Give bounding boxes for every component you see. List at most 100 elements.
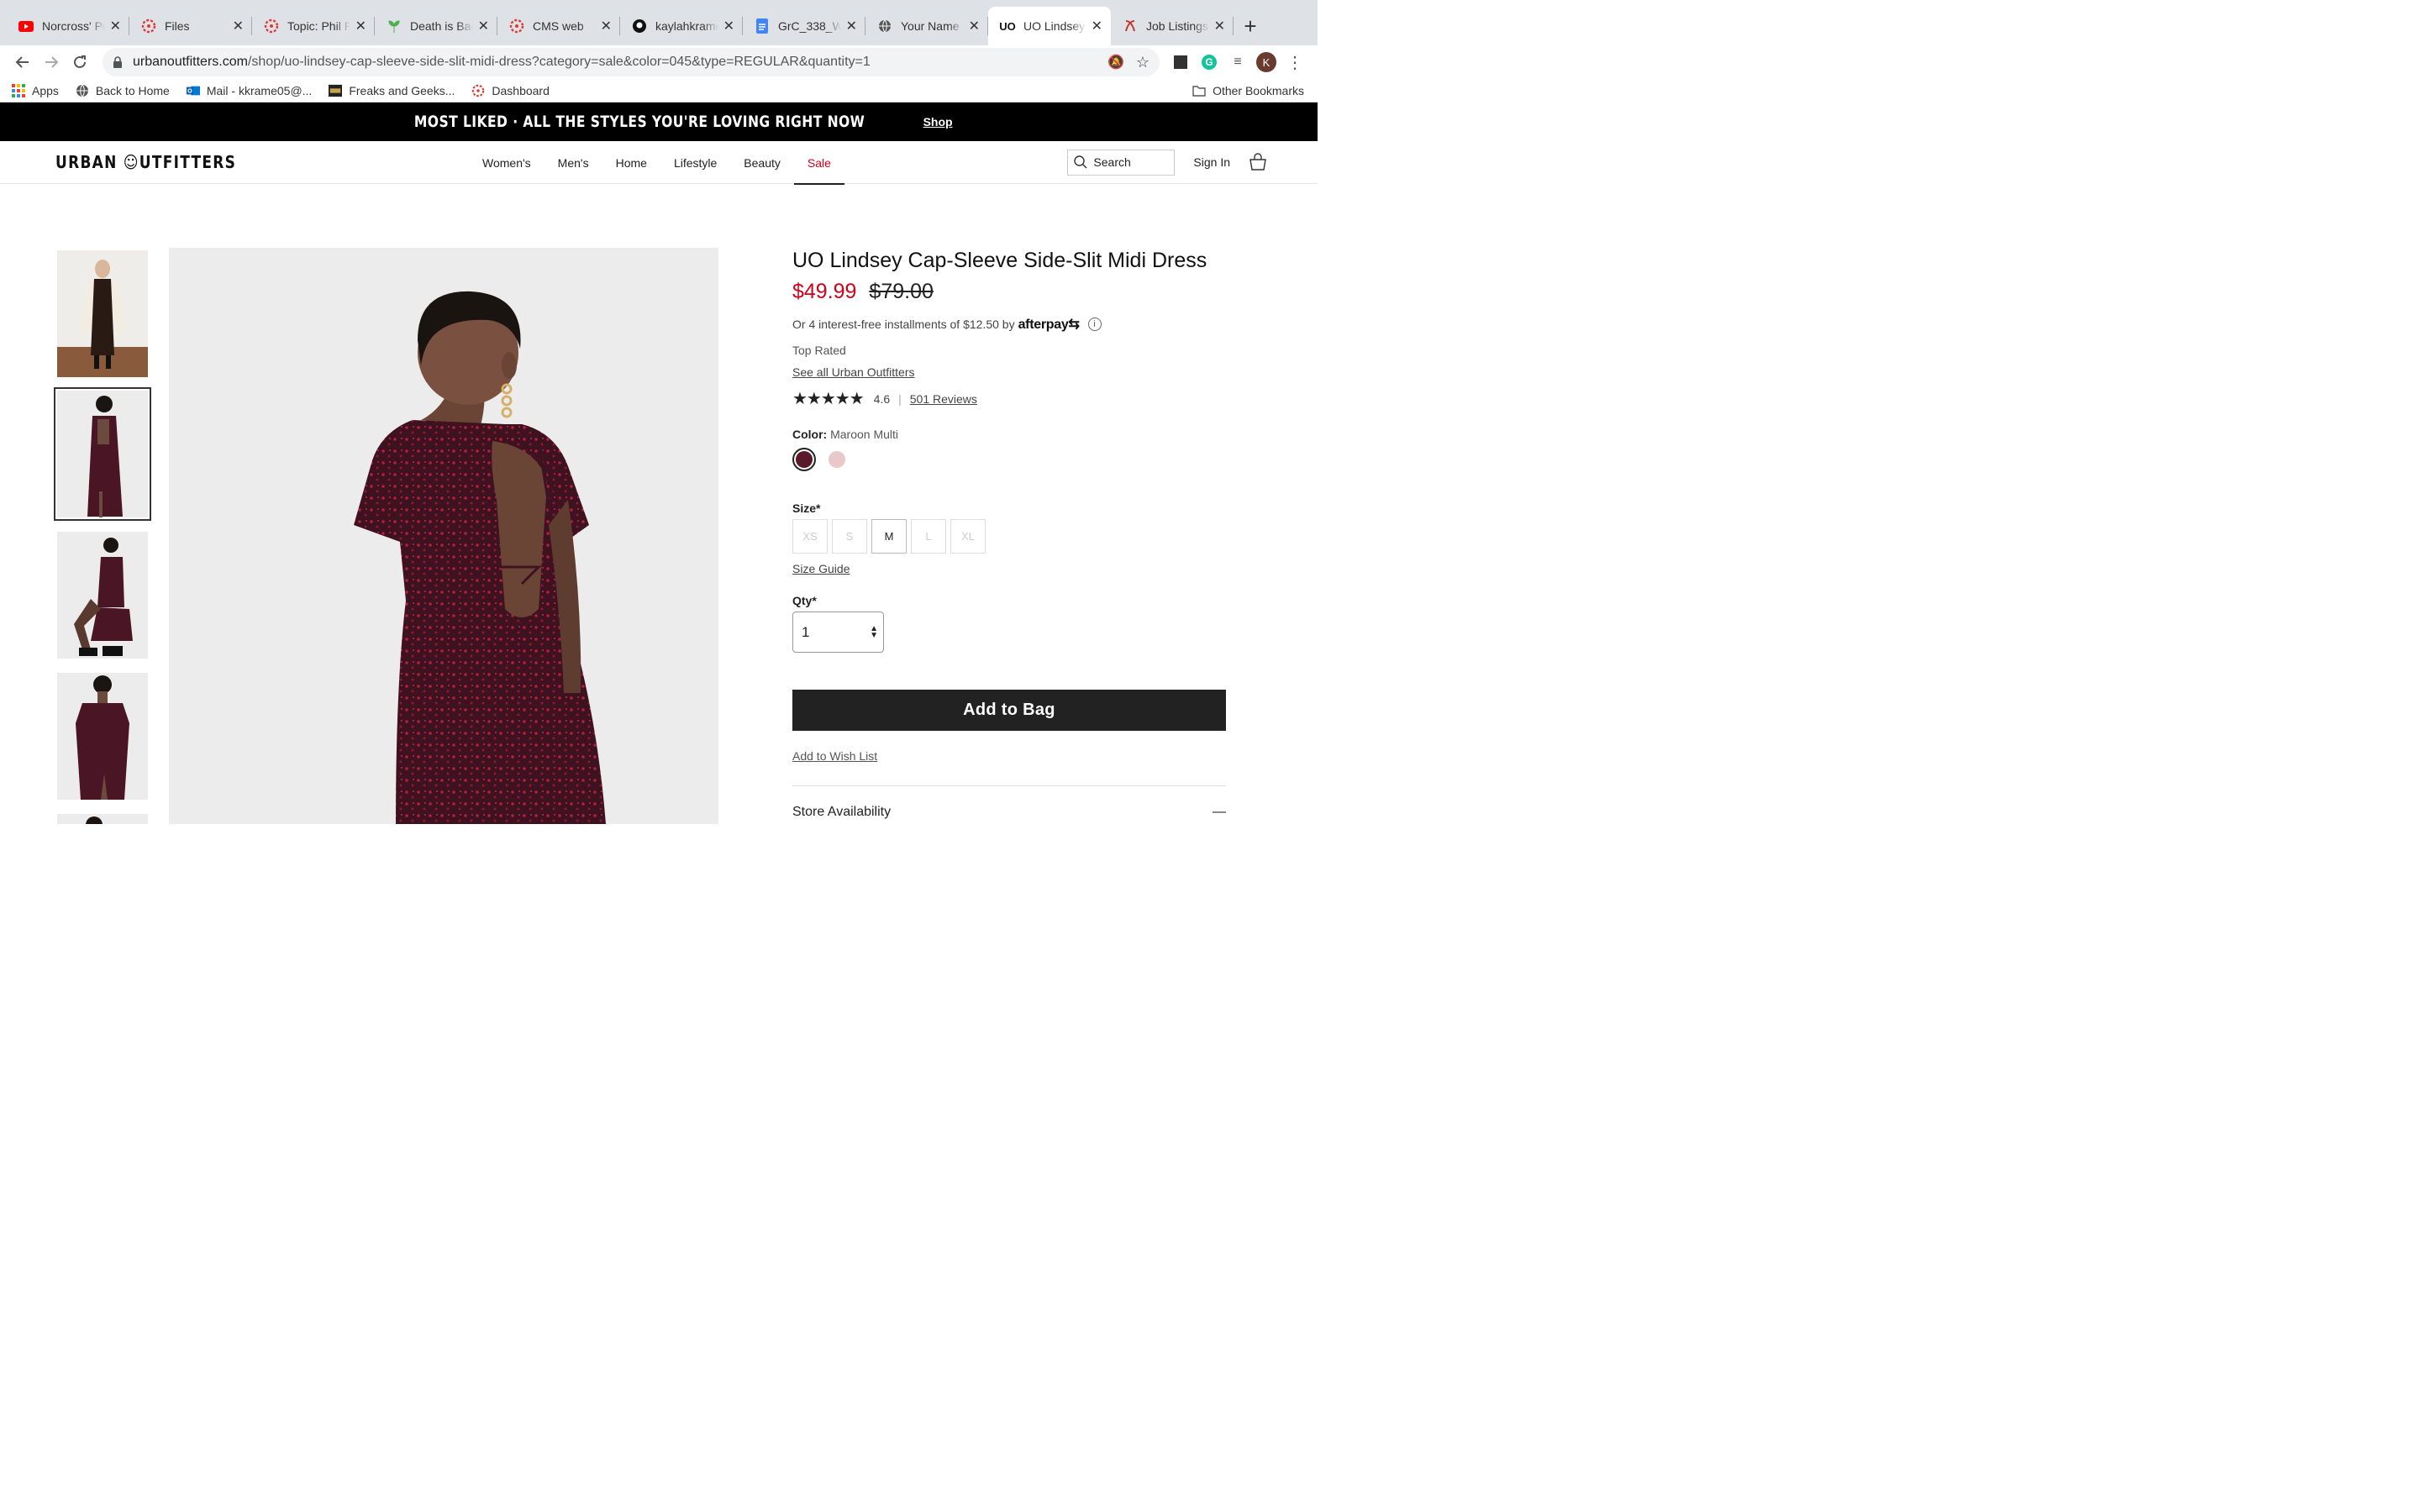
- lock-icon: [113, 56, 122, 68]
- plant-icon: [387, 18, 402, 34]
- store-availability-toggle[interactable]: Store Availability —: [792, 785, 1226, 820]
- nav-item-womens[interactable]: Women's: [469, 141, 544, 184]
- product-thumbnail-1[interactable]: [57, 250, 148, 377]
- browser-tab[interactable]: GrC_338_W ✕: [743, 7, 865, 45]
- size-guide-link[interactable]: Size Guide: [792, 562, 850, 575]
- product-thumbnail-5[interactable]: [57, 814, 148, 824]
- shopping-bag-icon[interactable]: [1249, 153, 1267, 171]
- product-thumbnail-3[interactable]: [57, 532, 148, 659]
- site-logo[interactable]: URBAN ☺UTFITTERS: [55, 152, 236, 172]
- main-product-image[interactable]: [169, 248, 718, 824]
- other-bookmarks[interactable]: Other Bookmarks: [1192, 84, 1304, 97]
- outlook-icon: [186, 84, 200, 97]
- color-swatch[interactable]: [825, 448, 849, 471]
- grammarly-icon[interactable]: G: [1195, 48, 1223, 76]
- promo-message: MOST LIKED · ALL THE STYLES YOU'RE LOVIN…: [414, 113, 865, 131]
- uo-icon: UO: [999, 19, 1016, 33]
- bookmark-label: Mail - kkrame05@...: [206, 83, 313, 97]
- quantity-select[interactable]: 1 ▲ ▼: [792, 612, 884, 653]
- bookmark-item[interactable]: Dashboard: [471, 84, 550, 97]
- forward-button[interactable]: [37, 48, 66, 76]
- browser-menu-icon[interactable]: ⋮: [1281, 48, 1309, 76]
- sign-in-link[interactable]: Sign In: [1193, 155, 1230, 169]
- size-options: XS S M L XL: [792, 519, 1226, 554]
- search-icon: [1074, 155, 1087, 169]
- promo-shop-link[interactable]: Shop: [923, 115, 953, 129]
- browser-tab[interactable]: Topic: Phil R ✕: [252, 7, 375, 45]
- afterpay-message: Or 4 interest-free installments of $12.5…: [792, 316, 1226, 333]
- profile-avatar[interactable]: K: [1252, 48, 1281, 76]
- close-tab-icon[interactable]: ✕: [1214, 18, 1225, 34]
- tab-title: Job Listings: [1146, 19, 1208, 33]
- bookmark-item[interactable]: Mail - kkrame05@...: [186, 83, 313, 97]
- bookmark-item[interactable]: Back to Home: [76, 84, 170, 97]
- close-tab-icon[interactable]: ✕: [1092, 18, 1102, 34]
- browser-tab[interactable]: kaylahkrame ✕: [620, 7, 743, 45]
- model-back-view-image: [354, 291, 606, 824]
- installments-text: Or 4 interest-free installments of $12.5…: [792, 318, 1015, 331]
- size-option-xl[interactable]: XL: [950, 519, 986, 554]
- price-block: $49.99 $79.00: [792, 280, 1226, 304]
- reviews-link[interactable]: 501 Reviews: [910, 392, 977, 406]
- product-thumbnail-2[interactable]: [54, 387, 151, 521]
- tab-title: CMS web: [533, 19, 584, 33]
- browser-tab[interactable]: CMS web ✕: [497, 7, 620, 45]
- url-text: urbanoutfitters.com/shop/uo-lindsey-cap-…: [133, 55, 1096, 70]
- extension-reader-icon[interactable]: [1166, 48, 1195, 76]
- afterpay-arrows-icon: ⇆: [1068, 318, 1080, 332]
- close-tab-icon[interactable]: ✕: [478, 18, 489, 34]
- browser-tab[interactable]: UO UO Lindsey ✕: [988, 7, 1111, 45]
- bookmark-star-icon[interactable]: ☆: [1136, 54, 1150, 71]
- close-tab-icon[interactable]: ✕: [601, 18, 612, 34]
- mute-notifications-icon[interactable]: 🔕: [1107, 54, 1124, 71]
- github-icon: [632, 18, 647, 34]
- browser-tab[interactable]: Your Name ✕: [865, 7, 988, 45]
- new-tab-button[interactable]: +: [1234, 7, 1267, 45]
- close-tab-icon[interactable]: ✕: [110, 18, 121, 34]
- thumbnail-model-sitting-image: [74, 538, 133, 656]
- address-bar[interactable]: urbanoutfitters.com/shop/uo-lindsey-cap-…: [103, 48, 1160, 76]
- close-tab-icon[interactable]: ✕: [969, 18, 980, 34]
- media-playlist-icon[interactable]: ≡: [1223, 48, 1252, 76]
- color-label: Color: Maroon Multi: [792, 428, 1226, 441]
- globe-icon: [877, 18, 892, 34]
- nav-item-sale[interactable]: Sale: [793, 141, 844, 185]
- size-option-xs[interactable]: XS: [792, 519, 828, 554]
- canvas-icon: [141, 18, 156, 34]
- site-header: URBAN ☺UTFITTERS Women's Men's Home Lifesty…: [0, 141, 1318, 185]
- bookmark-label: Apps: [32, 83, 59, 97]
- close-tab-icon[interactable]: ✕: [723, 18, 734, 34]
- nav-item-mens[interactable]: Men's: [544, 141, 602, 184]
- back-button[interactable]: [8, 48, 37, 76]
- swatch-fill: [829, 451, 845, 468]
- size-option-l[interactable]: L: [911, 519, 946, 554]
- rating-value: 4.6: [873, 391, 891, 406]
- browser-tab[interactable]: Norcross' Pu ✕: [7, 7, 129, 45]
- store-availability-label: Store Availability: [792, 805, 892, 819]
- add-to-wishlist-link[interactable]: Add to Wish List: [792, 749, 877, 763]
- add-to-bag-button[interactable]: Add to Bag: [792, 690, 1226, 731]
- size-option-m[interactable]: M: [871, 519, 907, 554]
- product-thumbnail-4[interactable]: [57, 673, 148, 800]
- nav-item-beauty[interactable]: Beauty: [730, 141, 794, 184]
- bookmark-item[interactable]: Freaks and Geeks...: [329, 84, 455, 97]
- reload-button[interactable]: [66, 48, 94, 76]
- sale-price: $49.99: [792, 280, 857, 303]
- browser-tab[interactable]: Job Listings ✕: [1111, 7, 1234, 45]
- browser-tab[interactable]: Files ✕: [129, 7, 252, 45]
- close-tab-icon[interactable]: ✕: [355, 18, 366, 34]
- thumbnail-partial-image: [86, 816, 103, 824]
- browser-tab[interactable]: Death is Bad ✕: [375, 7, 497, 45]
- search-input[interactable]: Search: [1067, 149, 1176, 176]
- color-swatch[interactable]: [792, 448, 816, 471]
- close-tab-icon[interactable]: ✕: [233, 18, 244, 34]
- info-icon[interactable]: i: [1087, 318, 1102, 331]
- bookmark-item[interactable]: Apps: [12, 83, 59, 97]
- nav-item-home[interactable]: Home: [602, 141, 660, 184]
- nav-item-lifestyle[interactable]: Lifestyle: [660, 141, 730, 184]
- size-option-s[interactable]: S: [832, 519, 867, 554]
- close-tab-icon[interactable]: ✕: [846, 18, 857, 34]
- rating-stars-icon: ★★★★★: [792, 390, 865, 408]
- tab-list: Norcross' Pu ✕ Files ✕ Topic: Phil R ✕ Death i…: [7, 7, 1234, 45]
- see-all-brand-link[interactable]: See all Urban Outfitters: [792, 365, 915, 379]
